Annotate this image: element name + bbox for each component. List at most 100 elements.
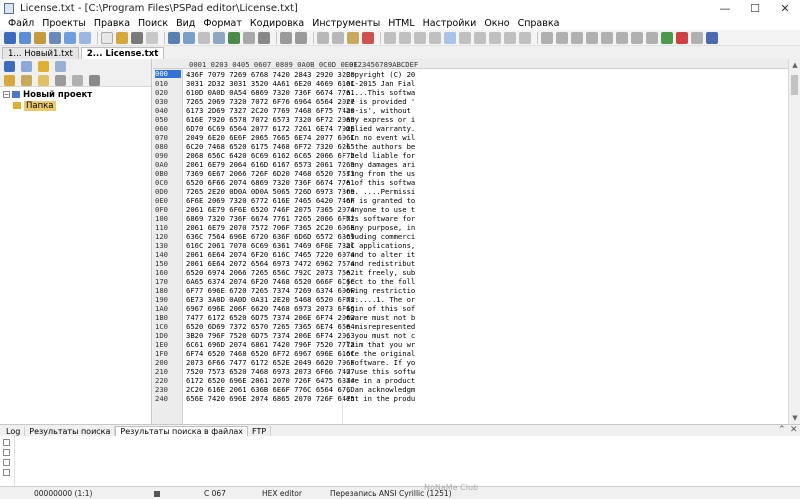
ascii-row[interactable]: sing from the us [346,169,426,178]
hex-row[interactable]: 6173 2D69 7327 2C20 7769 7468 6F75 7420 [186,106,355,115]
ascii-row[interactable]: any express or i [346,115,426,124]
open-project-icon[interactable] [38,74,49,86]
view-icon[interactable] [64,31,76,44]
ascii-row[interactable]: and to alter it [346,250,426,259]
files-icon[interactable] [21,60,32,72]
ascii-row[interactable]: and redistribut [346,259,426,268]
tool-icon[interactable] [586,31,598,44]
ascii-row[interactable]: laim that you wr [346,340,426,349]
save-icon[interactable] [49,31,61,44]
hex-row[interactable]: 656E 7420 696E 2074 6865 2070 726F 6475 [186,394,355,403]
ascii-row[interactable]: cluding commerci [346,232,426,241]
explorer-icon[interactable] [55,60,66,72]
redo-icon[interactable] [295,31,307,44]
hex-row[interactable]: 6869 7320 736F 6674 7761 7265 2066 6F72 [186,214,355,223]
hex-row[interactable]: 2068 656C 6420 6C69 6162 6C65 2066 6F72 [186,151,355,160]
ascii-row[interactable]: on is granted to [346,196,426,205]
hex-row[interactable]: 6C61 696D 2074 6861 7420 796F 7520 7772 [186,340,355,349]
menu-tools[interactable]: Инструменты [308,18,384,29]
cut-icon[interactable] [317,31,329,44]
hex-row[interactable]: 2061 6E79 2064 616D 6167 6573 2061 7269 [186,160,355,169]
minimize-button[interactable]: — [710,0,740,16]
hex-row[interactable]: 6172 6520 696E 2061 2070 726F 6475 6374 [186,376,355,385]
hex-row[interactable]: 6F6E 2069 7320 6772 616E 7465 6420 746F [186,196,355,205]
scroll-thumb[interactable] [791,75,798,95]
indent-icon[interactable] [384,31,396,44]
ascii-row[interactable]: u use this softw [346,367,426,376]
collapse-all-icon[interactable] [3,449,10,456]
ascii-row[interactable]: re is provided ' [346,97,426,106]
ascii-row[interactable]: Copyright (C) 20 [346,70,426,79]
tool-icon[interactable] [571,31,583,44]
settings-icon[interactable] [89,74,100,86]
open-folder-icon[interactable] [34,31,46,44]
ascii-row[interactable]: are in a product [346,376,426,385]
hex-row[interactable]: 610D 0A0D 0A54 6869 7320 736F 6674 7761 [186,88,355,97]
hex-row[interactable]: 2C20 616E 2061 636B 6E6F 776C 6564 676D [186,385,355,394]
panel-close-icon[interactable]: ✕ [790,425,798,435]
menu-html[interactable]: HTML [384,18,418,29]
hex-row[interactable]: 2049 6E20 6E6F 2065 7665 6E74 2077 696C [186,133,355,142]
menu-search[interactable]: Поиск [134,18,172,29]
menu-help[interactable]: Справка [514,18,564,29]
sync-icon[interactable] [519,31,531,44]
ascii-row[interactable]: any damages ari [346,160,426,169]
column-mode-icon[interactable] [504,31,516,44]
ascii-row[interactable]: tware must not b [346,313,426,322]
save-all-icon[interactable] [146,31,158,44]
ascii-row[interactable]: ject to the foll [346,277,426,286]
ascii-row[interactable]: igin of this sof [346,304,426,313]
hex-row[interactable]: 6F77 696E 6720 7265 7374 7269 6374 696F [186,286,355,295]
ascii-row[interactable]: ns:....1. The or [346,295,426,304]
ascii-row[interactable]: ent in the produ [346,394,426,403]
color-icon[interactable] [676,31,688,44]
new-file-icon[interactable] [101,31,113,44]
tool-icon[interactable] [691,31,703,44]
hex-mode-icon[interactable] [444,31,456,44]
menu-window[interactable]: Окно [480,18,513,29]
maximize-button[interactable]: ☐ [740,0,770,16]
spellcheck-icon[interactable] [661,31,673,44]
hex-row[interactable]: 6520 6974 2066 7265 656C 792C 2073 7562 [186,268,355,277]
copy-icon[interactable] [332,31,344,44]
help-icon[interactable] [706,31,718,44]
hex-row[interactable]: 2073 6F66 7477 6172 652E 2049 6620 796F [186,358,355,367]
ascii-row[interactable]: his software for [346,214,426,223]
tab-search-in-files[interactable]: Результаты поиска в файлах [115,426,248,436]
window-icon[interactable] [19,31,31,44]
hex-row[interactable]: 7369 6E67 2066 726F 6D20 7468 6520 7573 [186,169,355,178]
hex-row[interactable]: 6C20 7468 6520 6175 7468 6F72 7320 6265 [186,142,355,151]
ruler-icon[interactable] [489,31,501,44]
preview-icon[interactable] [243,31,255,44]
wrap-icon[interactable] [429,31,441,44]
ascii-row[interactable]: anyone to use t [346,205,426,214]
ascii-row[interactable]: mplied warranty. [346,124,426,133]
ascii-row[interactable]: software. If yo [346,358,426,367]
menu-projects[interactable]: Проекты [38,18,90,29]
project-icon[interactable] [4,31,16,44]
hex-row[interactable]: 2061 6E64 2072 6564 6973 7472 6962 7574 [186,259,355,268]
hex-row[interactable]: 6520 6F66 2074 6869 7320 736F 6674 7761 [186,178,355,187]
ascii-row[interactable]: held liable for [346,151,426,160]
ascii-row[interactable]: e it freely, sub [346,268,426,277]
hex-row[interactable]: 7265 2E20 0D0A 0D0A 5065 726D 6973 7369 [186,187,355,196]
outdent-icon[interactable] [399,31,411,44]
delete-icon[interactable] [362,31,374,44]
menu-file[interactable]: Файл [4,18,38,29]
menu-settings[interactable]: Настройки [419,18,481,29]
hex-row[interactable]: 636C 7564 696E 6720 636F 6D6D 6572 6369 [186,232,355,241]
add-file-icon[interactable] [21,74,32,86]
project-window-icon[interactable] [4,60,15,72]
hex-row[interactable]: 6A65 6374 2074 6F20 7468 6520 666F 6C6C [186,277,355,286]
close-button[interactable]: ✕ [770,0,800,16]
tool-icon[interactable] [616,31,628,44]
output-content[interactable] [14,436,800,487]
hex-row[interactable]: 3B20 796F 7520 6D75 7374 206E 6F74 2063 [186,331,355,340]
ascii-row[interactable]: 01-2015 Jan Fial [346,79,426,88]
hex-row[interactable]: 7520 7573 6520 7468 6973 2073 6F66 7477 [186,367,355,376]
hex-editor[interactable]: 0001 0203 0405 0607 0809 0A0B 0C0D 0E0F … [153,59,788,424]
search-icon[interactable] [168,31,180,44]
hex-row[interactable]: 6D70 6C69 6564 2077 6172 7261 6E74 792E [186,124,355,133]
tab-search-results[interactable]: Результаты поиска [25,426,116,436]
clear-icon[interactable] [3,459,10,466]
